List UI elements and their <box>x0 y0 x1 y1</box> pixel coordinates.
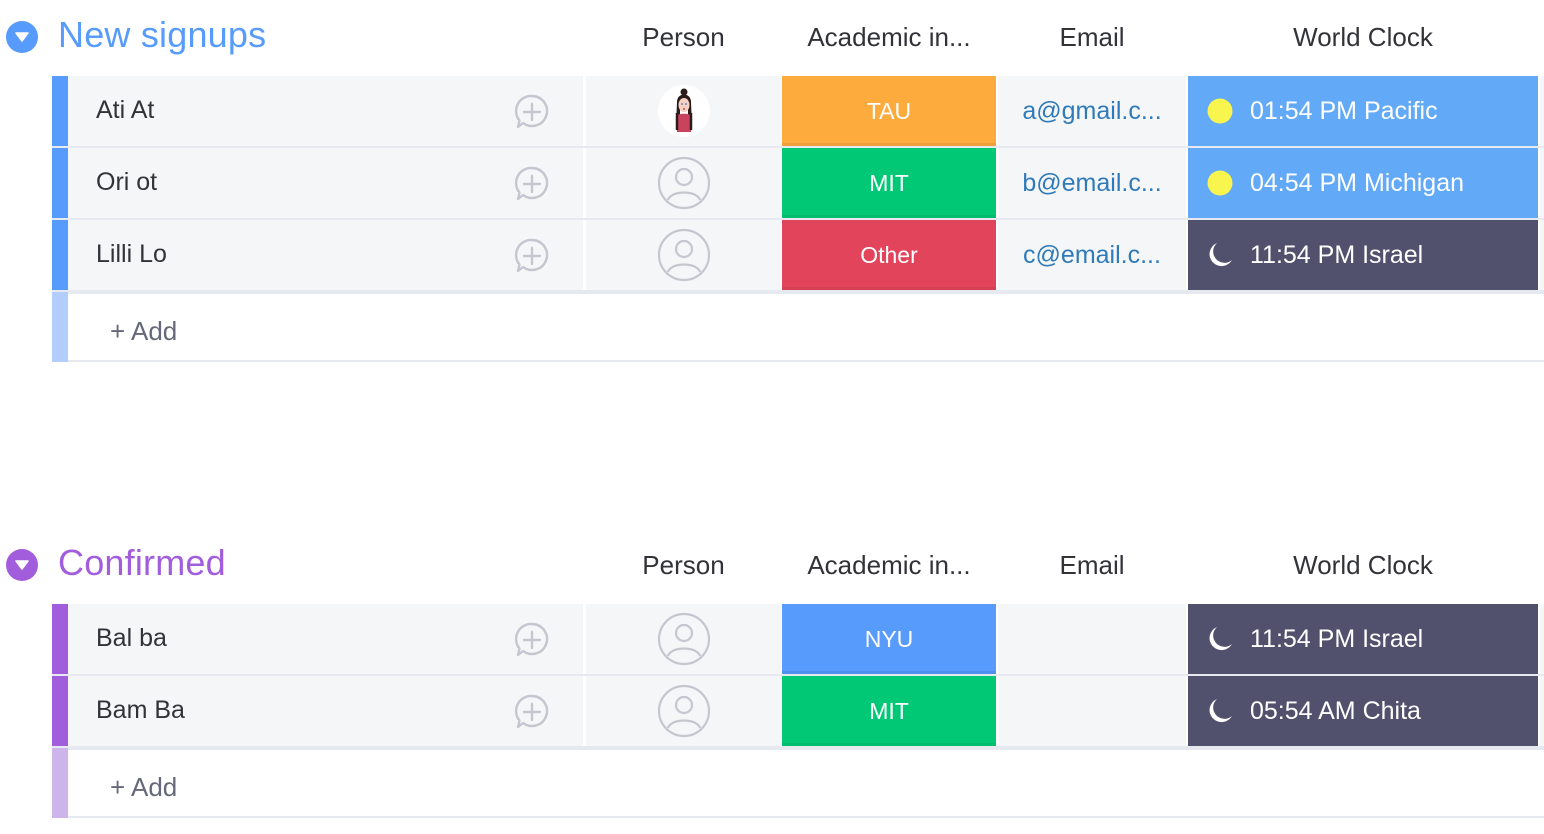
email-link[interactable]: b@email.c... <box>1022 169 1161 198</box>
email-cell[interactable]: c@email.c... <box>998 220 1186 290</box>
add-update-icon[interactable] <box>512 620 552 660</box>
world-clock-cell[interactable]: 01:54 PM Pacific <box>1188 76 1538 146</box>
academic-status-label[interactable]: MIT <box>782 148 996 218</box>
add-item-area[interactable]: + Add <box>68 748 1544 818</box>
world-clock-time: 05:54 AM Chita <box>1250 696 1421 725</box>
add-item-button[interactable]: + Add <box>110 316 177 347</box>
group-color-strip <box>52 292 68 362</box>
empty-person-icon <box>657 156 710 210</box>
moon-icon <box>1209 699 1232 723</box>
person-cell[interactable] <box>586 676 781 746</box>
item-name-cell[interactable]: Lilli Lo <box>68 220 583 290</box>
item-name[interactable]: Bal ba <box>96 624 167 653</box>
column-header-academic[interactable]: Academic in... <box>782 22 996 53</box>
collapse-group-button[interactable] <box>6 21 38 53</box>
group-title[interactable]: New signups <box>58 14 266 56</box>
add-update-icon[interactable] <box>512 92 552 132</box>
avatar <box>657 85 710 137</box>
add-update-icon[interactable] <box>512 692 552 732</box>
table-row: Ati At TAU a@gmail.c... 01:54 PM Pacific <box>0 76 1544 148</box>
column-header-world-clock[interactable]: World Clock <box>1188 550 1538 581</box>
add-update-icon[interactable] <box>512 164 552 204</box>
group-confirmed: Confirmed Person Academic in... Email Wo… <box>0 528 1544 818</box>
academic-status-label[interactable]: MIT <box>782 676 996 746</box>
add-item-button[interactable]: + Add <box>110 772 177 803</box>
column-header-person[interactable]: Person <box>586 22 781 53</box>
academic-status-label[interactable]: NYU <box>782 604 996 674</box>
table-row: Ori ot MIT b@email.c... 04:54 PM Michiga… <box>0 148 1544 220</box>
world-clock-cell[interactable]: 04:54 PM Michigan <box>1188 148 1538 218</box>
group-color-strip <box>52 748 68 818</box>
person-cell[interactable] <box>586 148 781 218</box>
column-header-email[interactable]: Email <box>998 550 1186 581</box>
world-clock-time: 11:54 PM Israel <box>1250 240 1424 269</box>
moon-icon <box>1209 243 1232 267</box>
group-color-strip <box>52 220 68 290</box>
email-cell[interactable]: b@email.c... <box>998 148 1186 218</box>
email-cell[interactable]: a@gmail.c... <box>998 76 1186 146</box>
email-cell[interactable] <box>998 676 1186 746</box>
moon-icon <box>1209 627 1232 651</box>
world-clock-time: 01:54 PM Pacific <box>1250 96 1438 125</box>
empty-person-icon <box>657 612 710 666</box>
empty-person-icon <box>657 228 710 282</box>
add-item-area[interactable]: + Add <box>68 292 1544 362</box>
group-color-strip <box>52 76 68 146</box>
person-cell[interactable] <box>586 604 781 674</box>
item-name-cell[interactable]: Ati At <box>68 76 583 146</box>
group-new-signups: New signups Person Academic in... Email … <box>0 0 1544 362</box>
table-row: Bal ba NYU 11:54 PM Israel <box>0 604 1544 676</box>
column-header-email[interactable]: Email <box>998 22 1186 53</box>
column-header-world-clock[interactable]: World Clock <box>1188 22 1538 53</box>
triangle-down-icon <box>15 560 29 570</box>
world-clock-time: 04:54 PM Michigan <box>1250 168 1465 197</box>
academic-status-label[interactable]: Other <box>782 220 996 290</box>
table-row: Lilli Lo Other c@email.c... 11:54 PM Isr… <box>0 220 1544 292</box>
sun-icon <box>1207 98 1233 124</box>
world-clock-cell[interactable]: 05:54 AM Chita <box>1188 676 1538 746</box>
world-clock-cell[interactable]: 11:54 PM Israel <box>1188 220 1538 290</box>
group-color-strip <box>52 604 68 674</box>
person-cell[interactable] <box>586 76 781 146</box>
email-link[interactable]: a@gmail.c... <box>1022 97 1161 126</box>
column-header-academic[interactable]: Academic in... <box>782 550 996 581</box>
item-name-cell[interactable]: Bal ba <box>68 604 583 674</box>
sun-icon <box>1207 170 1233 196</box>
group-title[interactable]: Confirmed <box>58 542 226 584</box>
empty-person-icon <box>657 684 710 738</box>
triangle-down-icon <box>15 32 29 42</box>
email-link[interactable]: c@email.c... <box>1023 241 1161 270</box>
column-header-person[interactable]: Person <box>586 550 781 581</box>
item-name[interactable]: Bam Ba <box>96 696 185 725</box>
item-name[interactable]: Ati At <box>96 96 154 125</box>
table-row: Bam Ba MIT 05:54 AM Chita <box>0 676 1544 748</box>
person-cell[interactable] <box>586 220 781 290</box>
item-name-cell[interactable]: Bam Ba <box>68 676 583 746</box>
world-clock-cell[interactable]: 11:54 PM Israel <box>1188 604 1538 674</box>
collapse-group-button[interactable] <box>6 549 38 581</box>
item-name-cell[interactable]: Ori ot <box>68 148 583 218</box>
email-cell[interactable] <box>998 604 1186 674</box>
group-header: New signups Person Academic in... Email … <box>0 0 1544 76</box>
academic-status-label[interactable]: TAU <box>782 76 996 146</box>
add-item-row: + Add <box>0 292 1544 362</box>
world-clock-time: 11:54 PM Israel <box>1250 624 1424 653</box>
add-update-icon[interactable] <box>512 236 552 276</box>
item-name[interactable]: Ori ot <box>96 168 157 197</box>
item-name[interactable]: Lilli Lo <box>96 240 167 269</box>
group-color-strip <box>52 148 68 218</box>
group-header: Confirmed Person Academic in... Email Wo… <box>0 528 1544 604</box>
add-item-row: + Add <box>0 748 1544 818</box>
group-color-strip <box>52 676 68 746</box>
